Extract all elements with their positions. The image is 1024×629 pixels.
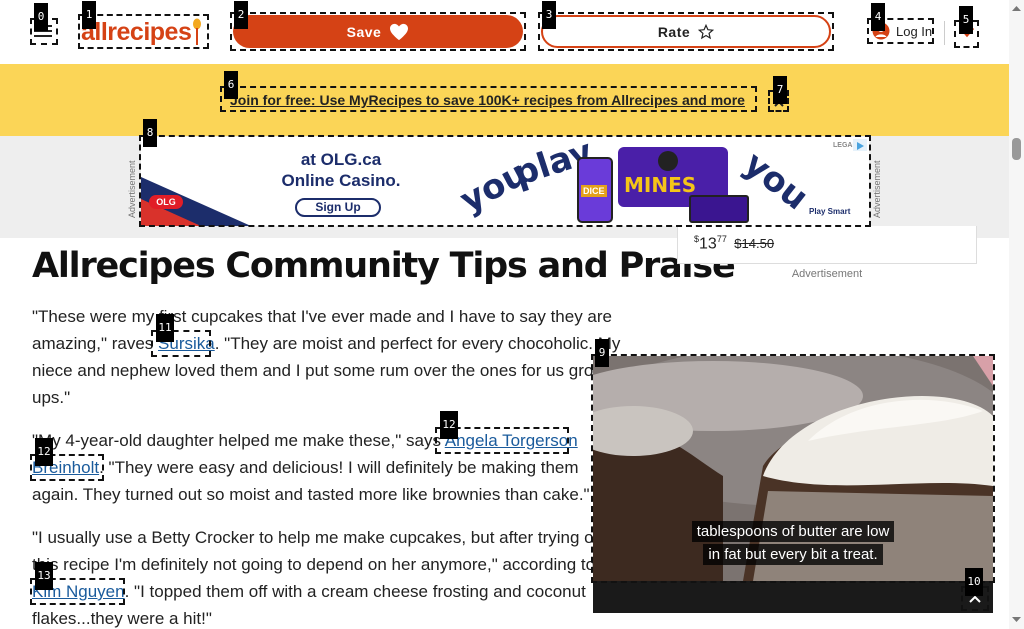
marker-box-3 (538, 12, 834, 51)
price-cents: 77 (716, 234, 727, 244)
marker-label-0: 0 (34, 3, 48, 31)
marker-label-6: 6 (224, 71, 238, 99)
marker-label-8: 8 (143, 119, 157, 147)
testimonial-paragraph-3: "I usually use a Betty Crocker to help m… (32, 528, 608, 628)
scrollbar-thumb[interactable] (1012, 138, 1021, 160)
video-control-bar (593, 581, 993, 613)
testimonial-paragraph-1: "These were my first cupcakes that I've … (32, 307, 621, 407)
page-title: Allrecipes Community Tips and Praise (32, 246, 736, 286)
marker-label-3: 3 (542, 1, 556, 29)
sidebar-product-card[interactable]: $1377 $14.50 (677, 226, 977, 264)
page-scrollbar[interactable] (1009, 0, 1024, 629)
marker-box-1 (78, 14, 209, 49)
scroll-down-arrow-icon (1012, 617, 1021, 622)
ad-side-label-left: Advertisement (127, 160, 137, 218)
marker-label-2: 2 (234, 1, 248, 29)
marker-box-8 (139, 135, 871, 227)
header-divider (944, 21, 945, 45)
marker-label-5: 5 (959, 6, 973, 34)
marker-label-12a: 12 (440, 411, 458, 439)
marker-label-13: 13 (35, 562, 53, 590)
marker-label-11: 11 (156, 314, 174, 342)
marker-box-2 (230, 12, 526, 51)
marker-label-1: 1 (82, 1, 96, 29)
sidebar-ad-label: Advertisement (791, 268, 863, 280)
marker-label-4: 4 (871, 3, 885, 31)
marker-label-10: 10 (965, 568, 983, 596)
scroll-up-arrow-icon (1012, 6, 1021, 11)
product-price: $1377 $14.50 (694, 234, 774, 253)
price-old: $14.50 (734, 236, 775, 252)
marker-box-9 (591, 354, 995, 583)
ad-side-label-right: Advertisement (872, 160, 882, 218)
marker-box-6 (220, 86, 757, 112)
marker-label-7: 7 (773, 76, 787, 104)
marker-label-12b: 12 (35, 438, 53, 466)
marker-label-9: 9 (595, 339, 609, 367)
price-whole: 13 (699, 235, 717, 253)
